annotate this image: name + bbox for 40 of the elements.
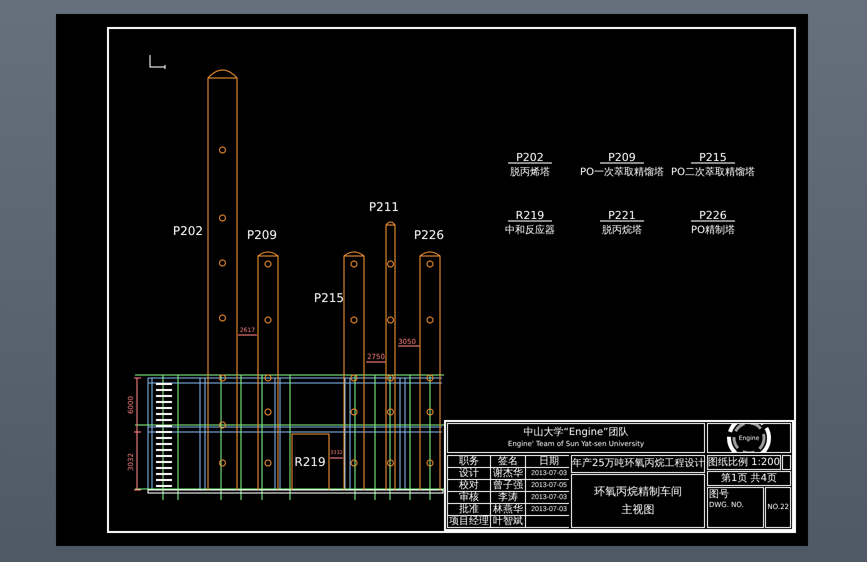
table-header: 日期 [526, 456, 572, 467]
equipment-tag: R219 [294, 455, 326, 469]
table-cell: 审核 [448, 492, 490, 503]
table-cell: 李涛 [491, 492, 525, 503]
equipment-tag: P215 [314, 291, 344, 305]
legend-tag: P209 [608, 151, 636, 164]
legend-tag: P226 [699, 209, 727, 222]
table-cell: 校对 [448, 480, 490, 491]
equipment-tag: P211 [368, 200, 400, 214]
team-name: 中山大学“Engine”团队 [524, 427, 628, 439]
legend-label: PO二次萃取精馏塔 [671, 167, 755, 178]
legend-label: 脱丙烯塔 [510, 167, 550, 178]
equipment-tag: P226 [414, 228, 444, 242]
empty-cell [782, 455, 791, 470]
table-cell: 图号 [709, 489, 729, 500]
legend-tag: P202 [516, 151, 544, 164]
legend-label: 中和反应器 [505, 225, 555, 236]
table-cell: 图纸比例 1:200 [707, 455, 781, 470]
project-title: 年产25万吨环氧丙烷工程设计 [571, 455, 705, 473]
legend-tag: P215 [699, 151, 727, 164]
legend-label: PO一次萃取精馏塔 [580, 167, 664, 178]
table-header: 签名 [491, 456, 525, 467]
table-cell: 曾子强 [491, 480, 525, 491]
legend-tag: P221 [608, 209, 636, 222]
axis-icon [150, 54, 166, 70]
equipment-tag: P202 [172, 224, 204, 238]
legend-label: PO精制塔 [691, 225, 735, 236]
table-header: 职务 [448, 456, 490, 467]
table-cell: 谢杰华 [491, 468, 525, 479]
legend-label: 脱丙烷塔 [602, 225, 642, 236]
table-cell: 批准 [448, 504, 490, 515]
legend-tag: R219 [516, 209, 544, 222]
table-cell: 叶智斌 [491, 516, 525, 527]
table-cell: 第1页 共4页 [707, 471, 791, 486]
equipment-tag: P209 [246, 228, 278, 242]
table-cell: 设计 [448, 468, 490, 479]
table-cell: 项目经理 [448, 516, 490, 527]
workshop-title: 环氧丙烷精制车间 [594, 486, 682, 498]
table-cell: 林燕华 [491, 504, 525, 515]
view-title: 主视图 [622, 504, 654, 516]
